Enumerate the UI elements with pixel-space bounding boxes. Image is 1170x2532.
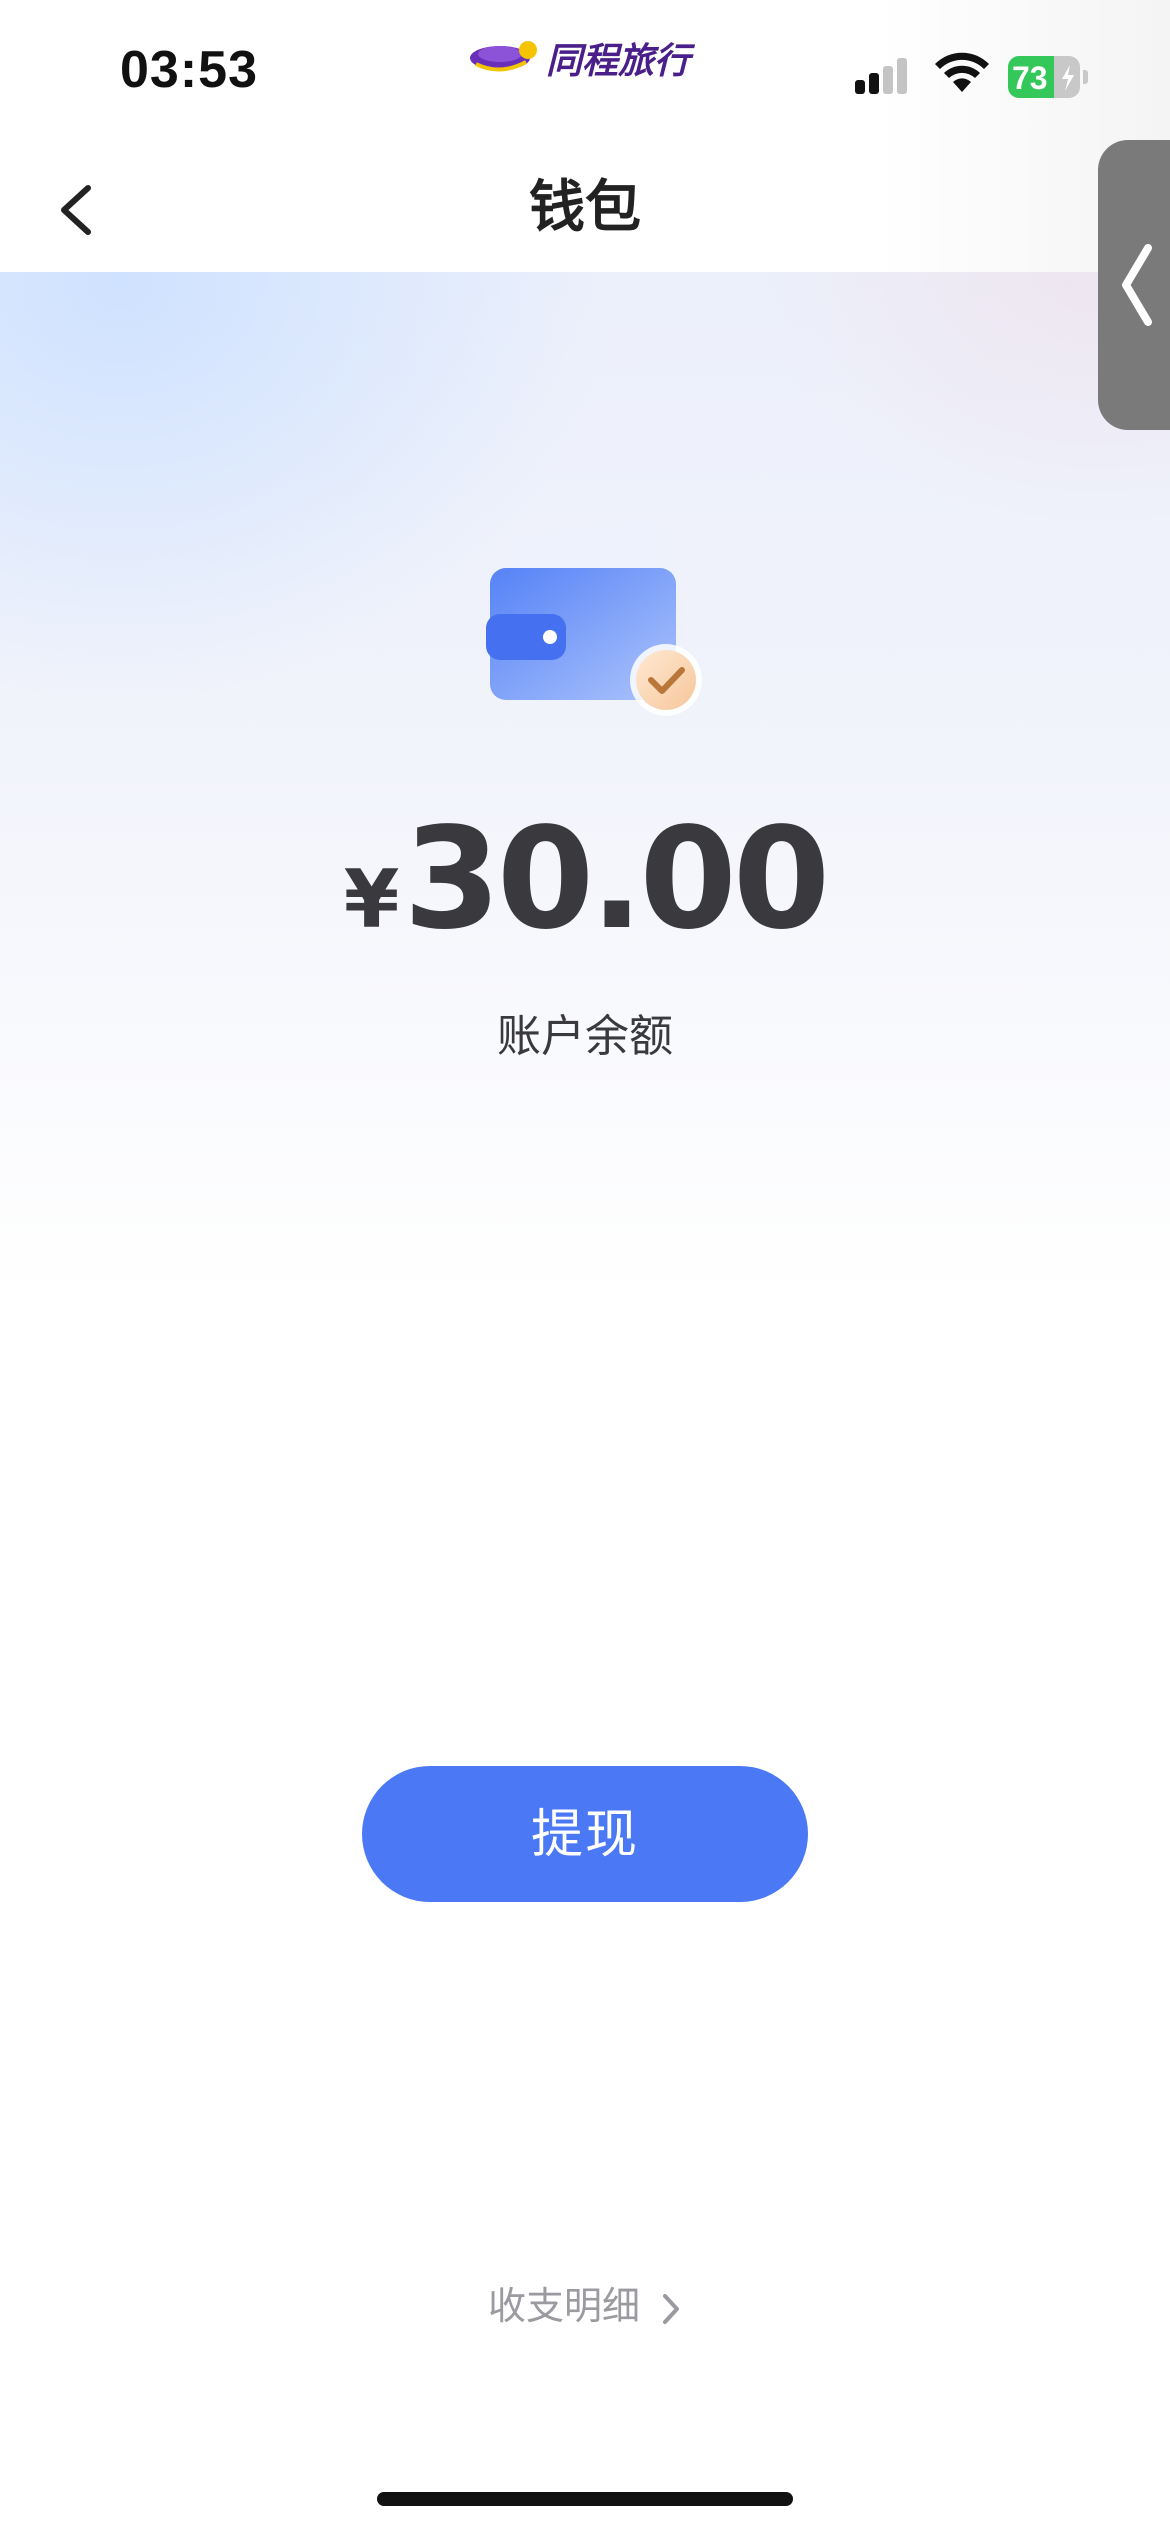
charging-bolt-icon [1062, 65, 1074, 91]
wifi-icon [933, 52, 991, 96]
balance-label: 账户余额 [497, 1011, 673, 1062]
currency-symbol: ¥ [343, 853, 400, 946]
details-label: 收支明细 [487, 2284, 640, 2328]
battery-cap [1083, 70, 1088, 84]
chevron-right-icon [663, 2293, 680, 2324]
withdraw-button[interactable]: 提现 [362, 1766, 808, 1902]
transaction-details-link[interactable]: 收支明细 [0, 2278, 1170, 2334]
chevron-left-icon [1122, 244, 1152, 326]
brand-logo: 同程旅行 [466, 28, 690, 88]
balance-value: 30.00 [403, 798, 830, 961]
home-indicator[interactable] [377, 2492, 793, 2506]
page-title: 钱包 [529, 175, 641, 240]
tongcheng-logo-icon [466, 34, 538, 82]
battery-level: 73 [1012, 60, 1048, 96]
wallet-check-icon [480, 510, 710, 730]
cellular-signal-icon [855, 58, 915, 96]
status-time: 03:53 [120, 41, 258, 99]
brand-name: 同程旅行 [546, 41, 691, 82]
balance-amount: ¥30.00 [0, 800, 1170, 1002]
battery-charging-icon: 73 [1008, 56, 1090, 100]
side-panel-handle[interactable] [1098, 140, 1170, 430]
